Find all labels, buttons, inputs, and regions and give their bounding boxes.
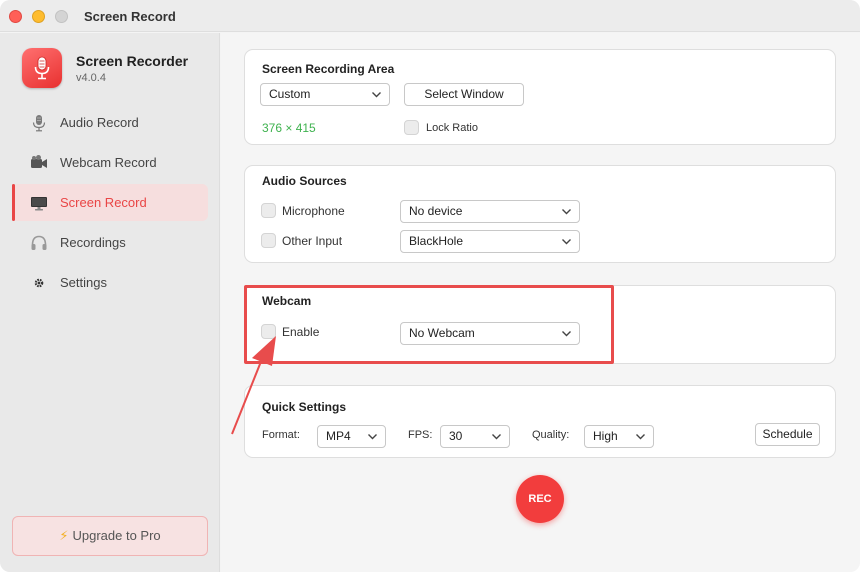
microphone-icon <box>30 114 48 132</box>
microphone-device-value: No device <box>409 204 463 218</box>
chevron-down-icon <box>492 434 501 440</box>
recording-dimensions: 376 × 415 <box>262 121 316 135</box>
chevron-down-icon <box>562 239 571 245</box>
main-panel: Screen Recording Area Custom Select Wind… <box>221 33 860 572</box>
webcam-card: Webcam Enable No Webcam <box>244 285 836 364</box>
minimize-window-button[interactable] <box>32 10 45 23</box>
app-logo-icon <box>22 48 62 88</box>
upgrade-to-pro-button[interactable]: ⚡ Upgrade to Pro <box>12 516 208 556</box>
sidebar-item-settings[interactable]: Settings <box>12 264 208 301</box>
recording-mode-select[interactable]: Custom <box>260 83 390 106</box>
quality-select[interactable]: High <box>584 425 654 448</box>
video-camera-icon <box>30 154 48 172</box>
sidebar-item-label: Webcam Record <box>60 155 157 170</box>
select-window-button[interactable]: Select Window <box>404 83 524 106</box>
sidebar-item-label: Settings <box>60 275 107 290</box>
microphone-checkbox[interactable] <box>261 203 276 218</box>
sidebar-item-webcam-record[interactable]: Webcam Record <box>12 144 208 181</box>
lock-ratio-checkbox[interactable] <box>404 120 419 135</box>
chevron-down-icon <box>636 434 645 440</box>
quality-label: Quality: <box>532 429 570 441</box>
webcam-device-value: No Webcam <box>409 326 475 340</box>
recording-mode-value: Custom <box>269 87 311 101</box>
quality-value: High <box>593 429 618 443</box>
lock-ratio-label: Lock Ratio <box>426 122 478 134</box>
fps-label: FPS: <box>408 429 433 441</box>
other-input-checkbox[interactable] <box>261 233 276 248</box>
sidebar-item-label: Screen Record <box>60 195 147 210</box>
audio-sources-title: Audio Sources <box>262 174 347 188</box>
chevron-down-icon <box>368 434 377 440</box>
app-name: Screen Recorder <box>76 53 189 69</box>
recording-area-card: Screen Recording Area Custom Select Wind… <box>244 49 836 145</box>
other-input-device-value: BlackHole <box>409 234 464 248</box>
quick-settings-card: Quick Settings Format: MP4 FPS: 30 Quali… <box>244 385 836 458</box>
webcam-enable-checkbox[interactable] <box>261 324 276 339</box>
sidebar-item-screen-record[interactable]: Screen Record <box>12 184 208 221</box>
upgrade-label: Upgrade to Pro <box>72 528 161 543</box>
recording-area-title: Screen Recording Area <box>262 62 395 76</box>
record-button[interactable]: REC <box>516 475 564 523</box>
fps-select[interactable]: 30 <box>440 425 510 448</box>
maximize-window-button[interactable] <box>55 10 68 23</box>
chevron-down-icon <box>372 92 381 98</box>
audio-sources-card: Audio Sources Microphone No device Other… <box>244 165 836 263</box>
quick-settings-title: Quick Settings <box>262 400 347 414</box>
microphone-label: Microphone <box>282 204 345 218</box>
sidebar: Screen Recorder v4.0.4 Audio Record Webc… <box>0 33 220 572</box>
title-bar: Screen Record <box>0 0 860 32</box>
other-input-label: Other Input <box>282 234 343 248</box>
format-select[interactable]: MP4 <box>317 425 386 448</box>
webcam-title: Webcam <box>262 294 312 308</box>
schedule-button[interactable]: Schedule <box>755 423 820 446</box>
app-window: Screen Record Screen Recorder v4.0.4 Aud… <box>0 0 860 572</box>
webcam-device-select[interactable]: No Webcam <box>400 322 580 345</box>
sidebar-item-label: Recordings <box>60 235 126 250</box>
format-value: MP4 <box>326 429 351 443</box>
sidebar-item-recordings[interactable]: Recordings <box>12 224 208 261</box>
fps-value: 30 <box>449 429 463 443</box>
close-window-button[interactable] <box>9 10 22 23</box>
webcam-enable-label: Enable <box>282 325 320 339</box>
sidebar-item-label: Audio Record <box>60 115 139 130</box>
chevron-down-icon <box>562 209 571 215</box>
microphone-device-select[interactable]: No device <box>400 200 580 223</box>
lightning-icon: ⚡ <box>59 528 69 543</box>
monitor-icon <box>30 194 48 212</box>
other-input-device-select[interactable]: BlackHole <box>400 230 580 253</box>
format-label: Format: <box>262 429 300 441</box>
chevron-down-icon <box>562 331 571 337</box>
gear-icon <box>30 274 48 292</box>
window-title: Screen Record <box>84 9 176 24</box>
sidebar-item-audio-record[interactable]: Audio Record <box>12 104 208 141</box>
headphones-icon <box>30 234 48 252</box>
app-version: v4.0.4 <box>76 72 106 84</box>
